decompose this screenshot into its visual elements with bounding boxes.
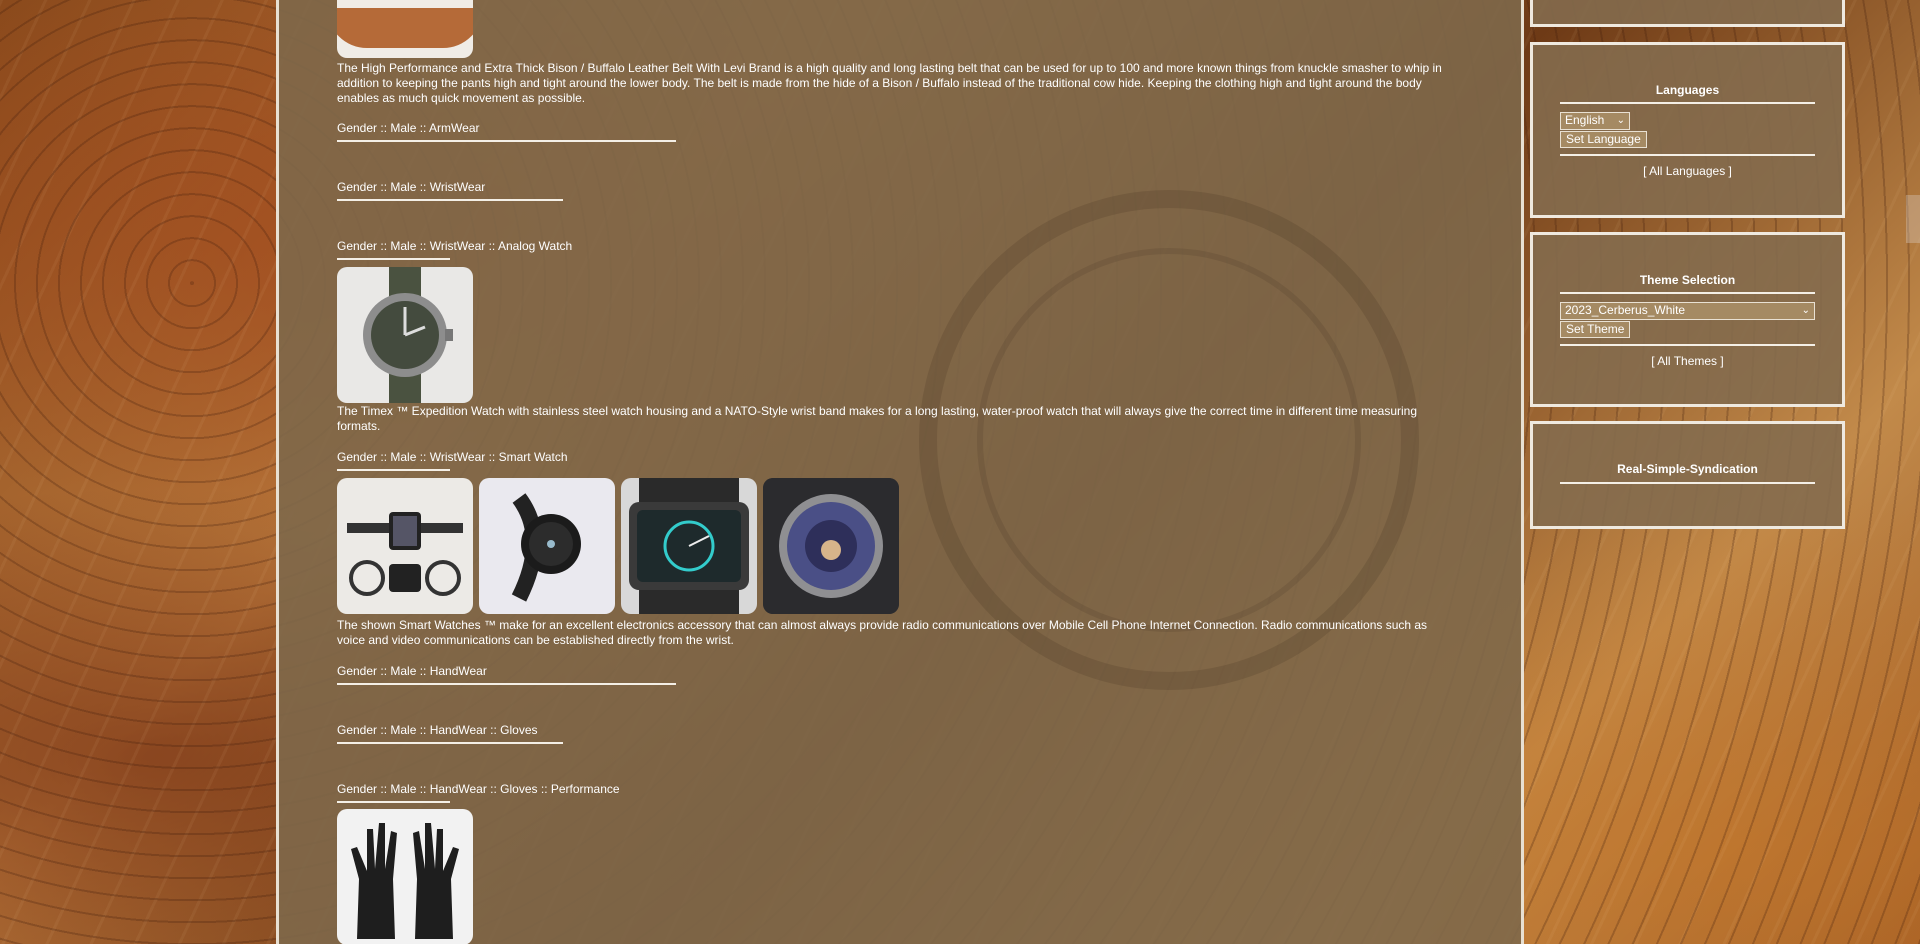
main-content: The High Performance and Extra Thick Bis… [276, 0, 1524, 944]
set-theme-button[interactable]: Set Theme [1560, 321, 1631, 338]
panel-divider [1560, 292, 1815, 294]
category-divider [337, 469, 450, 471]
category-analog-watch[interactable]: Gender :: Male :: WristWear :: Analog Wa… [337, 239, 572, 253]
all-themes-link[interactable]: [ All Themes ] [1533, 354, 1842, 368]
chevron-down-icon: ⌄ [1801, 305, 1810, 316]
set-language-button[interactable]: Set Language [1560, 131, 1647, 148]
category-gloves-performance[interactable]: Gender :: Male :: HandWear :: Gloves :: … [337, 782, 620, 796]
theme-panel: Theme Selection 2023_Cerberus_White ⌄ Se… [1530, 232, 1845, 407]
smart-watch-description: The shown Smart Watches ™ make for an ex… [337, 618, 1428, 647]
theme-title: Theme Selection [1639, 273, 1736, 287]
rss-title[interactable]: Real-Simple-Syndication [1533, 462, 1842, 476]
sidebar: Languages English ⌄ Set Language [ All L… [1530, 0, 1845, 944]
panel-divider [1560, 154, 1815, 156]
languages-title: Languages [1655, 83, 1720, 97]
theme-select-value: 2023_Cerberus_White [1565, 303, 1686, 317]
category-divider [337, 258, 450, 260]
theme-select[interactable]: 2023_Cerberus_White ⌄ [1560, 302, 1815, 320]
smart-watch-image-1[interactable] [337, 478, 473, 614]
belt-image[interactable] [337, 0, 473, 58]
category-divider [337, 140, 676, 142]
category-handwear[interactable]: Gender :: Male :: HandWear [337, 664, 487, 678]
scrollbar-thumb[interactable] [1906, 195, 1920, 243]
category-gloves[interactable]: Gender :: Male :: HandWear :: Gloves [337, 723, 538, 737]
smart-watch-image-2[interactable] [479, 478, 615, 614]
category-divider [337, 683, 676, 685]
sidebar-panel-top [1530, 0, 1845, 27]
category-armwear[interactable]: Gender :: Male :: ArmWear [337, 121, 480, 135]
category-smart-watch[interactable]: Gender :: Male :: WristWear :: Smart Wat… [337, 450, 568, 464]
category-wristwear[interactable]: Gender :: Male :: WristWear [337, 180, 485, 194]
chevron-down-icon: ⌄ [1616, 115, 1625, 126]
language-select-value: English [1565, 113, 1605, 127]
timex-description: The Timex ™ Expedition Watch with stainl… [337, 404, 1418, 433]
language-select[interactable]: English ⌄ [1560, 112, 1630, 130]
category-divider [337, 801, 450, 803]
rss-panel: Real-Simple-Syndication [1530, 421, 1845, 529]
smart-watch-image-4[interactable] [763, 478, 899, 614]
category-divider [337, 742, 563, 744]
belt-description: The High Performance and Extra Thick Bis… [337, 61, 1442, 105]
all-languages-link[interactable]: [ All Languages ] [1533, 164, 1842, 178]
panel-divider [1560, 102, 1815, 104]
gloves-image[interactable] [337, 809, 473, 944]
smart-watch-image-3[interactable] [621, 478, 757, 614]
category-divider [337, 199, 563, 201]
languages-panel: Languages English ⌄ Set Language [ All L… [1530, 42, 1845, 218]
timex-watch-image[interactable] [337, 267, 473, 403]
panel-divider [1560, 344, 1815, 346]
panel-divider [1560, 482, 1815, 484]
compass-watermark [919, 190, 1419, 690]
